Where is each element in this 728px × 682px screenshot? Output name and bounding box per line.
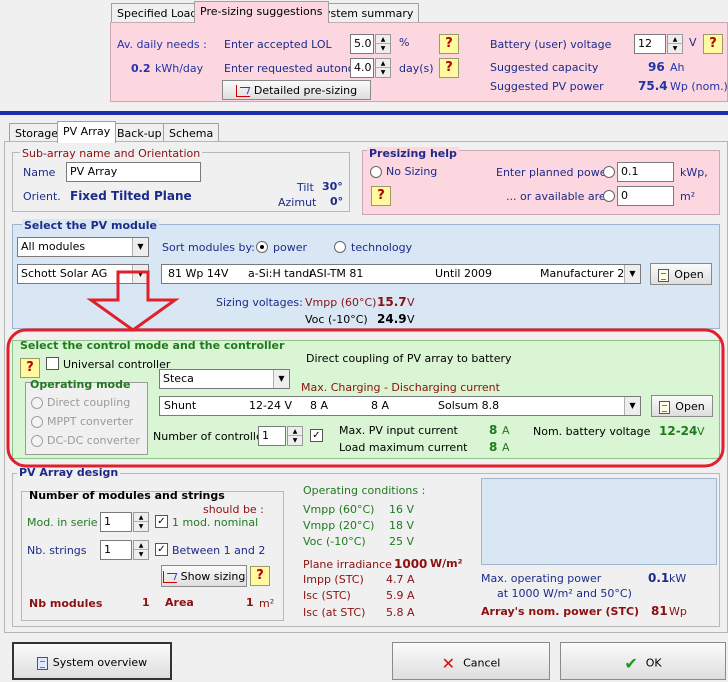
- tab-pv-array[interactable]: PV Array: [57, 121, 117, 143]
- down-arrow: [86, 270, 180, 332]
- tab-pre-sizing-suggestions[interactable]: Pre-sizing suggestions: [194, 1, 329, 23]
- annotation-overlay: [6, 270, 725, 468]
- highlight-outline: [6, 328, 725, 468]
